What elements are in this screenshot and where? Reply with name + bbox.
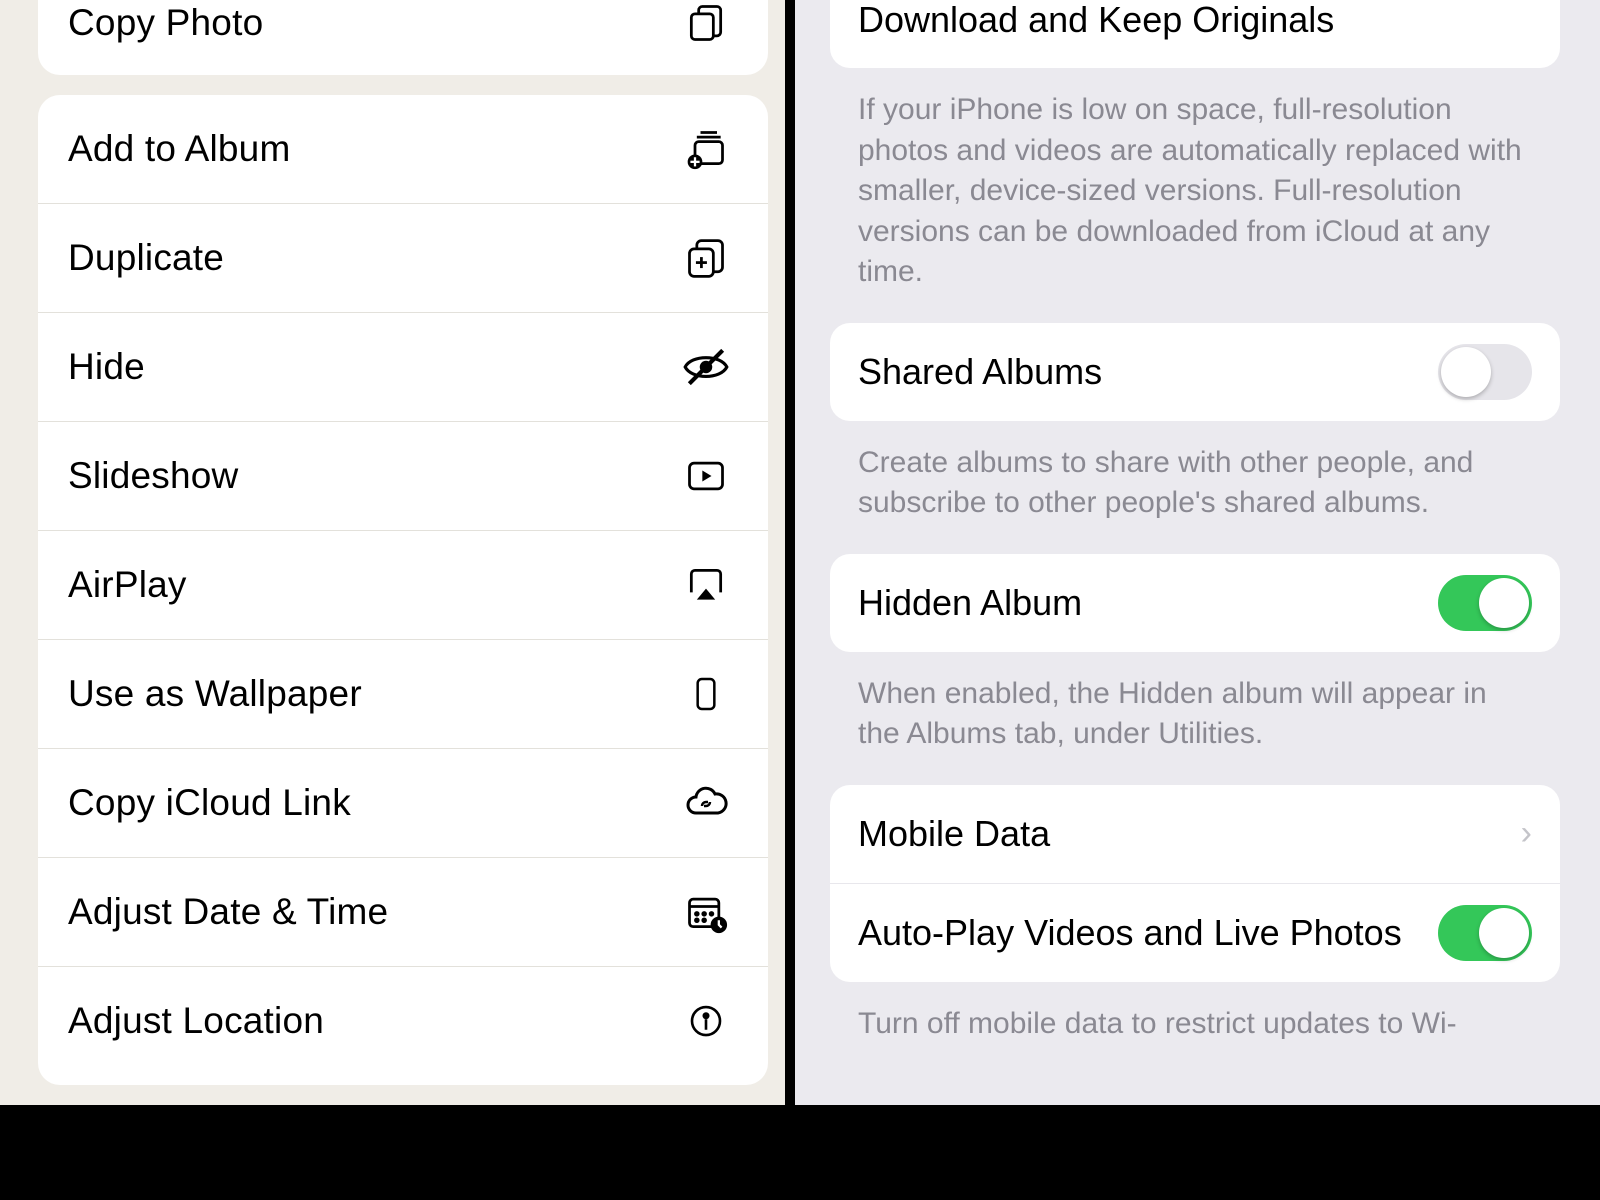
use-as-wallpaper-label: Use as Wallpaper — [68, 673, 678, 715]
photos-settings-panel: Download and Keep Originals If your iPho… — [790, 0, 1600, 1105]
hidden-album-label: Hidden Album — [858, 560, 1438, 645]
icloud-link-icon — [678, 775, 734, 831]
mobile-data-label: Mobile Data — [858, 791, 1521, 876]
copy-photo-row[interactable]: Copy Photo — [38, 0, 768, 75]
hidden-album-card: Hidden Album — [830, 554, 1560, 652]
hide-label: Hide — [68, 346, 678, 388]
airplay-icon — [678, 557, 734, 613]
copy-icloud-link-label: Copy iCloud Link — [68, 782, 678, 824]
hidden-album-row[interactable]: Hidden Album — [830, 554, 1560, 652]
shared-albums-toggle[interactable] — [1438, 344, 1532, 400]
download-originals-footer: If your iPhone is low on space, full-res… — [830, 80, 1560, 323]
download-originals-card: Download and Keep Originals — [830, 0, 1560, 68]
vertical-divider — [785, 0, 795, 1105]
chevron-right-icon: › — [1521, 814, 1532, 853]
hidden-album-toggle[interactable] — [1438, 575, 1532, 631]
adjust-date-time-label: Adjust Date & Time — [68, 891, 678, 933]
shared-albums-row[interactable]: Shared Albums — [830, 323, 1560, 421]
adjust-location-row[interactable]: Adjust Location — [38, 967, 768, 1075]
airplay-label: AirPlay — [68, 564, 678, 606]
slideshow-label: Slideshow — [68, 455, 678, 497]
copy-icon — [678, 0, 734, 51]
action-card-top: Copy Photo — [38, 0, 768, 75]
download-originals-label: Download and Keep Originals — [858, 0, 1532, 62]
adjust-date-time-row[interactable]: Adjust Date & Time — [38, 858, 768, 967]
hidden-album-footer: When enabled, the Hidden album will appe… — [830, 664, 1560, 785]
add-to-album-row[interactable]: Add to Album — [38, 95, 768, 204]
bottom-footer: Turn off mobile data to restrict updates… — [830, 994, 1560, 1045]
use-as-wallpaper-row[interactable]: Use as Wallpaper — [38, 640, 768, 749]
wallpaper-icon — [678, 666, 734, 722]
airplay-row[interactable]: AirPlay — [38, 531, 768, 640]
adjust-location-label: Adjust Location — [68, 1000, 678, 1042]
hide-icon — [678, 339, 734, 395]
photo-action-sheet: Copy Photo Add to Album — [0, 0, 790, 1105]
location-pin-icon — [678, 993, 734, 1049]
shared-albums-footer: Create albums to share with other people… — [830, 433, 1560, 554]
duplicate-row[interactable]: Duplicate — [38, 204, 768, 313]
autoplay-row[interactable]: Auto-Play Videos and Live Photos — [830, 884, 1560, 982]
slideshow-row[interactable]: Slideshow — [38, 422, 768, 531]
mobile-data-row[interactable]: Mobile Data › — [830, 785, 1560, 884]
add-to-album-label: Add to Album — [68, 128, 678, 170]
copy-icloud-link-row[interactable]: Copy iCloud Link — [38, 749, 768, 858]
duplicate-label: Duplicate — [68, 237, 678, 279]
duplicate-icon — [678, 230, 734, 286]
add-to-album-icon — [678, 121, 734, 177]
slideshow-icon — [678, 448, 734, 504]
calendar-clock-icon — [678, 884, 734, 940]
autoplay-label: Auto-Play Videos and Live Photos — [858, 890, 1438, 975]
copy-photo-label: Copy Photo — [68, 2, 678, 44]
download-originals-row[interactable]: Download and Keep Originals — [830, 0, 1560, 68]
shared-albums-card: Shared Albums — [830, 323, 1560, 421]
mobile-autoplay-card: Mobile Data › Auto-Play Videos and Live … — [830, 785, 1560, 982]
action-card-main: Add to Album Duplicate — [38, 95, 768, 1085]
autoplay-toggle[interactable] — [1438, 905, 1532, 961]
shared-albums-label: Shared Albums — [858, 329, 1438, 414]
hide-row[interactable]: Hide — [38, 313, 768, 422]
